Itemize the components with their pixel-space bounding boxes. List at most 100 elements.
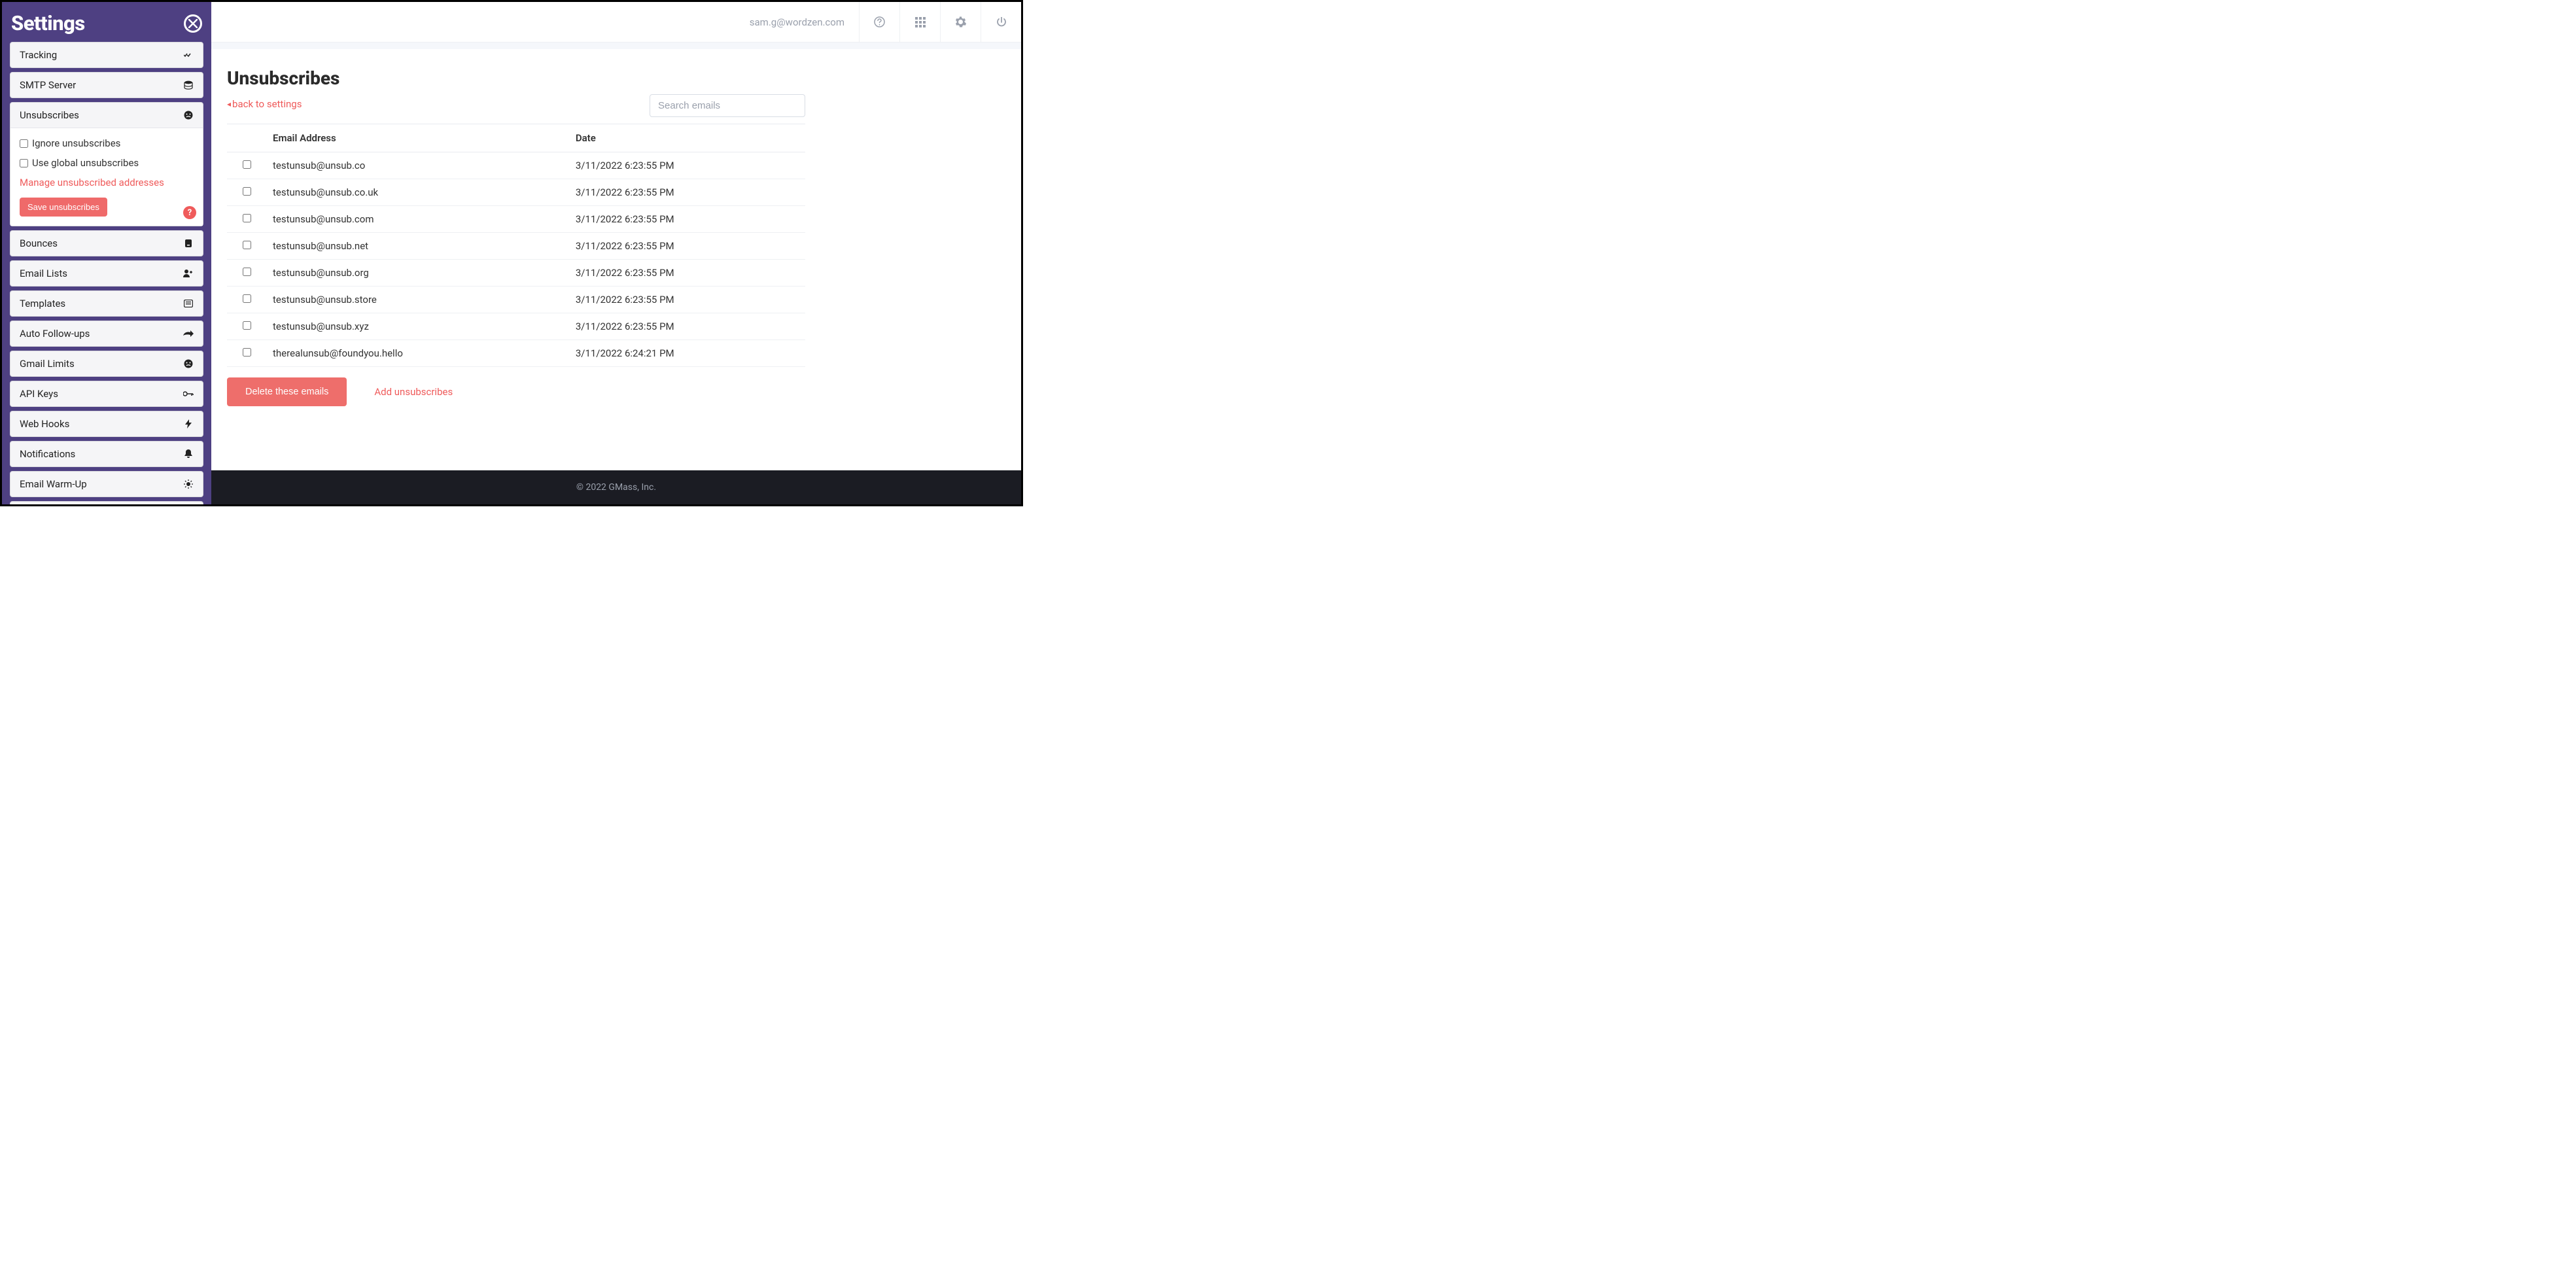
help-button[interactable] bbox=[859, 2, 899, 42]
search-emails-input[interactable] bbox=[650, 94, 805, 117]
row-email: therealunsub@foundyou.hello bbox=[266, 340, 569, 367]
sidebar-item-templates[interactable]: Templates bbox=[10, 290, 203, 317]
row-checkbox[interactable] bbox=[243, 348, 251, 357]
sun-icon bbox=[183, 479, 194, 489]
sidebar-item-label: Tracking bbox=[20, 49, 57, 61]
footer-text: © 2022 GMass, Inc. bbox=[576, 482, 656, 493]
table-row: therealunsub@foundyou.hello3/11/2022 6:2… bbox=[227, 340, 805, 367]
sidebar-item-bounces[interactable]: Bounces bbox=[10, 230, 203, 256]
sidebar-item-label: Templates bbox=[20, 298, 65, 309]
row-date: 3/11/2022 6:23:55 PM bbox=[569, 260, 805, 287]
save-unsubscribes-button[interactable]: Save unsubscribes bbox=[20, 198, 107, 217]
row-email: testunsub@unsub.org bbox=[266, 260, 569, 287]
unsubscribes-panel: Ignore unsubscribes Use global unsubscri… bbox=[10, 128, 203, 226]
column-email: Email Address bbox=[266, 124, 569, 152]
row-email: testunsub@unsub.co bbox=[266, 152, 569, 179]
delete-emails-button[interactable]: Delete these emails bbox=[227, 377, 347, 406]
row-date: 3/11/2022 6:23:55 PM bbox=[569, 233, 805, 260]
sidebar-item-email-lists[interactable]: Email Lists bbox=[10, 260, 203, 287]
row-email: testunsub@unsub.co.uk bbox=[266, 179, 569, 206]
frown-icon bbox=[183, 110, 194, 120]
close-settings-button[interactable] bbox=[184, 14, 202, 33]
sidebar-item-auto-followups[interactable]: Auto Follow-ups bbox=[10, 321, 203, 347]
settings-button[interactable] bbox=[940, 2, 981, 42]
sidebar-item-label: API Keys bbox=[20, 388, 58, 400]
row-email: testunsub@unsub.store bbox=[266, 287, 569, 313]
row-email: testunsub@unsub.com bbox=[266, 206, 569, 233]
row-checkbox[interactable] bbox=[243, 214, 251, 222]
footer: © 2022 GMass, Inc. bbox=[211, 470, 1021, 504]
sidebar-title: Settings bbox=[11, 11, 85, 35]
row-email: testunsub@unsub.net bbox=[266, 233, 569, 260]
bolt-icon bbox=[183, 419, 194, 429]
apps-grid-icon bbox=[915, 17, 926, 27]
content-panel: Unsubscribes back to settings Email Addr… bbox=[211, 49, 1021, 470]
sidebar-item-smtp-server[interactable]: SMTP Server bbox=[10, 72, 203, 98]
sidebar-item-unsubscribes[interactable]: Unsubscribes Ignore unsubscribes Use glo… bbox=[10, 102, 203, 226]
row-date: 3/11/2022 6:23:55 PM bbox=[569, 287, 805, 313]
sidebar-item-gmail-limits[interactable]: Gmail Limits bbox=[10, 351, 203, 377]
row-date: 3/11/2022 6:23:55 PM bbox=[569, 313, 805, 340]
row-date: 3/11/2022 6:23:55 PM bbox=[569, 179, 805, 206]
column-date: Date bbox=[569, 124, 805, 152]
row-checkbox[interactable] bbox=[243, 241, 251, 249]
topbar-user-email[interactable]: sam.g@wordzen.com bbox=[735, 2, 859, 42]
row-date: 3/11/2022 6:23:55 PM bbox=[569, 206, 805, 233]
gear-icon bbox=[955, 16, 966, 27]
manage-unsubscribed-link[interactable]: Manage unsubscribed addresses bbox=[20, 177, 194, 188]
table-row: testunsub@unsub.net3/11/2022 6:23:55 PM bbox=[227, 233, 805, 260]
global-unsubscribes-checkbox[interactable] bbox=[20, 159, 28, 167]
sidebar-item-web-hooks[interactable]: Web Hooks bbox=[10, 411, 203, 437]
row-checkbox[interactable] bbox=[243, 294, 251, 303]
sidebar-item-label: Web Hooks bbox=[20, 418, 69, 430]
row-checkbox[interactable] bbox=[243, 160, 251, 169]
row-date: 3/11/2022 6:24:21 PM bbox=[569, 340, 805, 367]
sidebar-item-label: Gmail Limits bbox=[20, 358, 75, 370]
bell-icon bbox=[183, 449, 194, 459]
row-date: 3/11/2022 6:23:55 PM bbox=[569, 152, 805, 179]
ignore-unsubscribes-checkbox[interactable] bbox=[20, 139, 28, 148]
row-checkbox[interactable] bbox=[243, 321, 251, 330]
sidebar-header: Settings bbox=[10, 9, 203, 42]
topbar: sam.g@wordzen.com bbox=[211, 2, 1021, 43]
table-row: testunsub@unsub.store3/11/2022 6:23:55 P… bbox=[227, 287, 805, 313]
table-row: testunsub@unsub.co.uk3/11/2022 6:23:55 P… bbox=[227, 179, 805, 206]
table-row: testunsub@unsub.co3/11/2022 6:23:55 PM bbox=[227, 152, 805, 179]
sidebar-item-my-account[interactable]: My Account bbox=[10, 501, 203, 504]
database-icon bbox=[183, 80, 194, 90]
power-button[interactable] bbox=[981, 2, 1021, 42]
sidebar-item-label: SMTP Server bbox=[20, 79, 76, 91]
apps-button[interactable] bbox=[899, 2, 940, 42]
sidebar-item-label: Auto Follow-ups bbox=[20, 328, 90, 340]
ignore-unsubscribes-label: Ignore unsubscribes bbox=[32, 137, 120, 149]
help-icon bbox=[874, 16, 885, 27]
table-row: testunsub@unsub.com3/11/2022 6:23:55 PM bbox=[227, 206, 805, 233]
global-unsubscribes-row[interactable]: Use global unsubscribes bbox=[20, 157, 194, 169]
forward-icon bbox=[183, 328, 194, 339]
template-icon bbox=[183, 298, 194, 309]
sidebar-item-tracking[interactable]: Tracking bbox=[10, 42, 203, 68]
unsubscribes-table: Email Address Date testunsub@unsub.co3/1… bbox=[227, 124, 805, 367]
person-plus-icon bbox=[183, 268, 194, 279]
row-email: testunsub@unsub.xyz bbox=[266, 313, 569, 340]
add-unsubscribes-link[interactable]: Add unsubscribes bbox=[374, 386, 453, 398]
row-checkbox[interactable] bbox=[243, 187, 251, 196]
table-row: testunsub@unsub.xyz3/11/2022 6:23:55 PM bbox=[227, 313, 805, 340]
sidebar-item-api-keys[interactable]: API Keys bbox=[10, 381, 203, 407]
sidebar-item-notifications[interactable]: Notifications bbox=[10, 441, 203, 467]
checkmarks-icon bbox=[183, 50, 194, 60]
main-area: sam.g@wordzen.com Unsubscribes back to s… bbox=[211, 2, 1021, 504]
frown-icon bbox=[183, 358, 194, 369]
help-badge[interactable]: ? bbox=[183, 206, 196, 219]
row-checkbox[interactable] bbox=[243, 268, 251, 276]
back-to-settings-link[interactable]: back to settings bbox=[227, 98, 302, 110]
sidebar-item-email-warmup[interactable]: Email Warm-Up bbox=[10, 471, 203, 497]
page-title: Unsubscribes bbox=[227, 67, 1005, 89]
sidebar-item-label: Email Warm-Up bbox=[20, 478, 87, 490]
global-unsubscribes-label: Use global unsubscribes bbox=[32, 157, 139, 169]
key-icon bbox=[183, 389, 194, 399]
ignore-unsubscribes-row[interactable]: Ignore unsubscribes bbox=[20, 137, 194, 149]
sidebar-item-label: Notifications bbox=[20, 448, 75, 460]
card-icon bbox=[183, 238, 194, 249]
column-checkbox bbox=[227, 124, 266, 152]
